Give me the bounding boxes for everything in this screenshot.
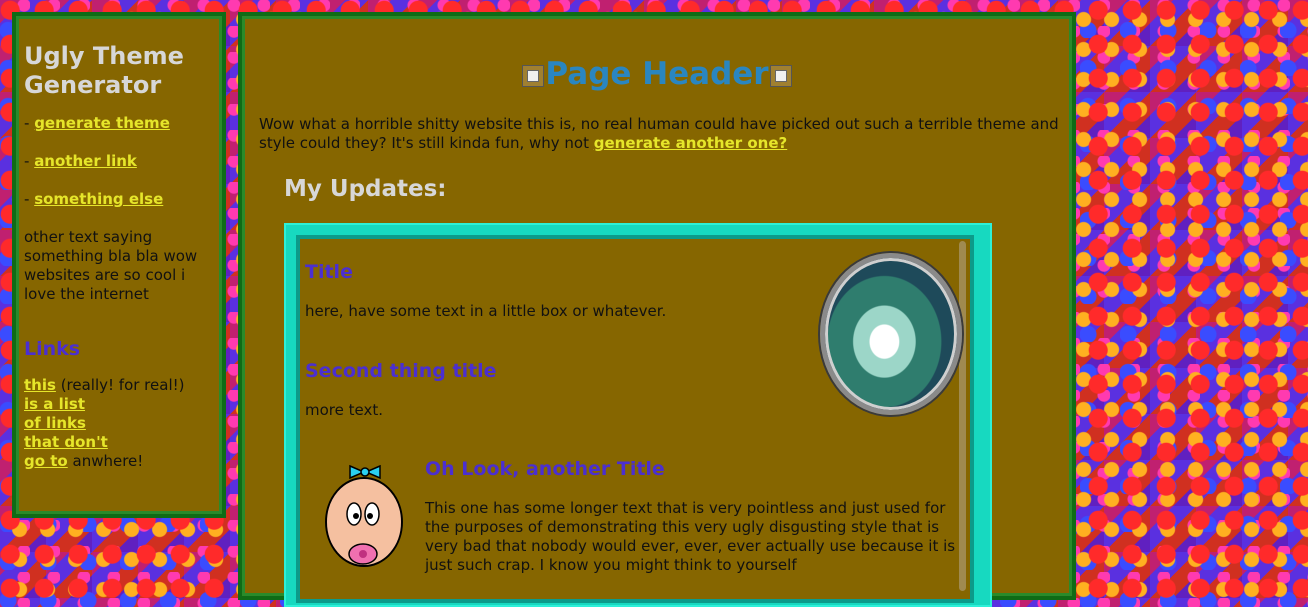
updates-box[interactable]: Title here, have some text in a little b… [296,235,974,603]
update-title: Second thing title [305,360,497,382]
site-title: Ugly Theme Generator [24,42,184,99]
page-header-text: Page Header [545,56,769,92]
links-list: this (really! for real!) is a list of li… [24,376,185,470]
broken-image-icon [769,64,792,87]
link-go-to[interactable]: go to [24,452,68,470]
link-this[interactable]: this [24,376,56,394]
sidebar-nav: - generate theme - another link - someth… [24,114,214,209]
nav-link-generate-theme[interactable]: generate theme [34,114,170,132]
page-header: Page Header [242,56,1072,92]
intro-paragraph: Wow what a horrible shitty website this … [259,115,1059,152]
update-title: Title [305,261,353,283]
sidebar: Ugly Theme Generator - generate theme - … [12,12,226,518]
links-heading: Links [24,338,81,360]
baby-clipart-image [325,464,403,567]
updates-box-frame: Title here, have some text in a little b… [284,223,992,607]
updates-heading: My Updates: [284,176,447,202]
update-title: Oh Look, another Title [425,458,665,480]
nav-item: - another link [24,152,137,170]
generate-another-link[interactable]: generate another one? [594,134,787,152]
nav-item: - something else [24,190,164,208]
broken-image-icon [522,64,545,87]
nav-link-something-else[interactable]: something else [34,190,163,208]
ocean-wave-oval-image [820,253,962,415]
link-is-a-list[interactable]: is a list [24,395,85,413]
link-of-links[interactable]: of links [24,414,86,432]
link-that-dont[interactable]: that don't [24,433,108,451]
nav-link-another-link[interactable]: another link [34,152,137,170]
update-text: This one has some longer text that is ve… [425,499,956,574]
main-content: Page Header Wow what a horrible shitty w… [238,12,1076,607]
sidebar-text: other text saying something bla bla wow … [24,228,198,303]
update-text: more text. [305,401,383,419]
nav-item: - generate theme [24,114,170,132]
update-text: here, have some text in a little box or … [305,302,667,320]
